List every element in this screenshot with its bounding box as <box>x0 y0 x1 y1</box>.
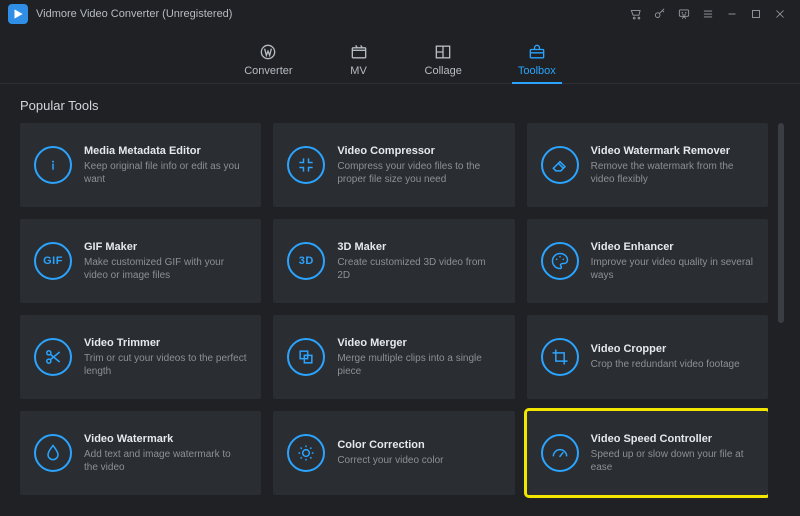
tool-description: Compress your video files to the proper … <box>337 160 500 186</box>
tool-description: Create customized 3D video from 2D <box>337 256 500 282</box>
tool-card-video-compressor[interactable]: Video Compressor Compress your video file… <box>273 123 514 207</box>
tool-description: Crop the redundant video footage <box>591 358 754 371</box>
tool-description: Trim or cut your videos to the perfect l… <box>84 352 247 378</box>
tool-description: Correct your video color <box>337 454 500 467</box>
gif-icon: GIF <box>34 242 72 280</box>
window-title: Vidmore Video Converter (Unregistered) <box>36 8 232 20</box>
tool-description: Add text and image watermark to the vide… <box>84 448 247 474</box>
menu-icon[interactable] <box>696 2 720 26</box>
tool-card-video-watermark[interactable]: Video Watermark Add text and image waterm… <box>20 411 261 495</box>
tool-card-media-metadata-editor[interactable]: Media Metadata Editor Keep original file … <box>20 123 261 207</box>
app-logo <box>8 4 28 24</box>
tool-title: Video Compressor <box>337 145 500 157</box>
crop-icon <box>541 338 579 376</box>
tool-title: Color Correction <box>337 439 500 451</box>
tool-card-video-trimmer[interactable]: Video Trimmer Trim or cut your videos to … <box>20 315 261 399</box>
tool-title: Video Trimmer <box>84 337 247 349</box>
info-icon <box>34 146 72 184</box>
tool-title: Video Watermark Remover <box>591 145 754 157</box>
gauge-icon <box>541 434 579 472</box>
tool-title: GIF Maker <box>84 241 247 253</box>
tab-label: Collage <box>425 65 462 77</box>
content-area: Popular Tools Media Metadata Editor Keep … <box>0 84 800 516</box>
tool-description: Remove the watermark from the video flex… <box>591 160 754 186</box>
tool-description: Merge multiple clips into a single piece <box>337 352 500 378</box>
tool-card-video-cropper[interactable]: Video Cropper Crop the redundant video fo… <box>527 315 768 399</box>
tool-card-color-correction[interactable]: Color Correction Correct your video color <box>273 411 514 495</box>
tool-title: Video Enhancer <box>591 241 754 253</box>
tool-title: Video Speed Controller <box>591 433 754 445</box>
tool-title: Video Watermark <box>84 433 247 445</box>
scissors-icon <box>34 338 72 376</box>
3d-icon: 3D <box>287 242 325 280</box>
tool-card-video-merger[interactable]: Video Merger Merge multiple clips into a … <box>273 315 514 399</box>
compress-icon <box>287 146 325 184</box>
title-bar: Vidmore Video Converter (Unregistered) <box>0 0 800 28</box>
maximize-button[interactable] <box>744 2 768 26</box>
cart-icon[interactable] <box>624 2 648 26</box>
tool-description: Make customized GIF with your video or i… <box>84 256 247 282</box>
minimize-button[interactable] <box>720 2 744 26</box>
close-button[interactable] <box>768 2 792 26</box>
tool-description: Keep original file info or edit as you w… <box>84 160 247 186</box>
tools-grid: Media Metadata Editor Keep original file … <box>20 123 768 505</box>
tab-mv[interactable]: MV <box>349 42 369 83</box>
tab-label: MV <box>350 65 367 77</box>
palette-icon <box>541 242 579 280</box>
tool-card-video-enhancer[interactable]: Video Enhancer Improve your video quality… <box>527 219 768 303</box>
merge-icon <box>287 338 325 376</box>
scrollbar-thumb[interactable] <box>778 123 784 323</box>
tab-label: Toolbox <box>518 65 556 77</box>
tool-card-3d-maker[interactable]: 3D 3D Maker Create customized 3D video fro… <box>273 219 514 303</box>
tool-card-video-watermark-remover[interactable]: Video Watermark Remover Remove the waterm… <box>527 123 768 207</box>
app-window: Vidmore Video Converter (Unregistered) C… <box>0 0 800 516</box>
eraser-icon <box>541 146 579 184</box>
tool-description: Improve your video quality in several wa… <box>591 256 754 282</box>
tool-title: Video Cropper <box>591 343 754 355</box>
tab-label: Converter <box>244 65 292 77</box>
tool-title: Media Metadata Editor <box>84 145 247 157</box>
section-title: Popular Tools <box>20 98 784 113</box>
sun-icon <box>287 434 325 472</box>
tool-title: 3D Maker <box>337 241 500 253</box>
tab-collage[interactable]: Collage <box>425 42 462 83</box>
tool-card-video-speed-controller[interactable]: Video Speed Controller Speed up or slow d… <box>527 411 768 495</box>
tool-card-gif-maker[interactable]: GIF GIF Maker Make customized GIF with you… <box>20 219 261 303</box>
feedback-icon[interactable] <box>672 2 696 26</box>
key-icon[interactable] <box>648 2 672 26</box>
tab-converter[interactable]: Converter <box>244 42 292 83</box>
scrollbar[interactable] <box>778 123 784 505</box>
drop-icon <box>34 434 72 472</box>
tab-toolbox[interactable]: Toolbox <box>518 42 556 83</box>
tool-title: Video Merger <box>337 337 500 349</box>
tool-description: Speed up or slow down your file at ease <box>591 448 754 474</box>
main-tabs: Converter MV Collage Toolbox <box>0 28 800 84</box>
